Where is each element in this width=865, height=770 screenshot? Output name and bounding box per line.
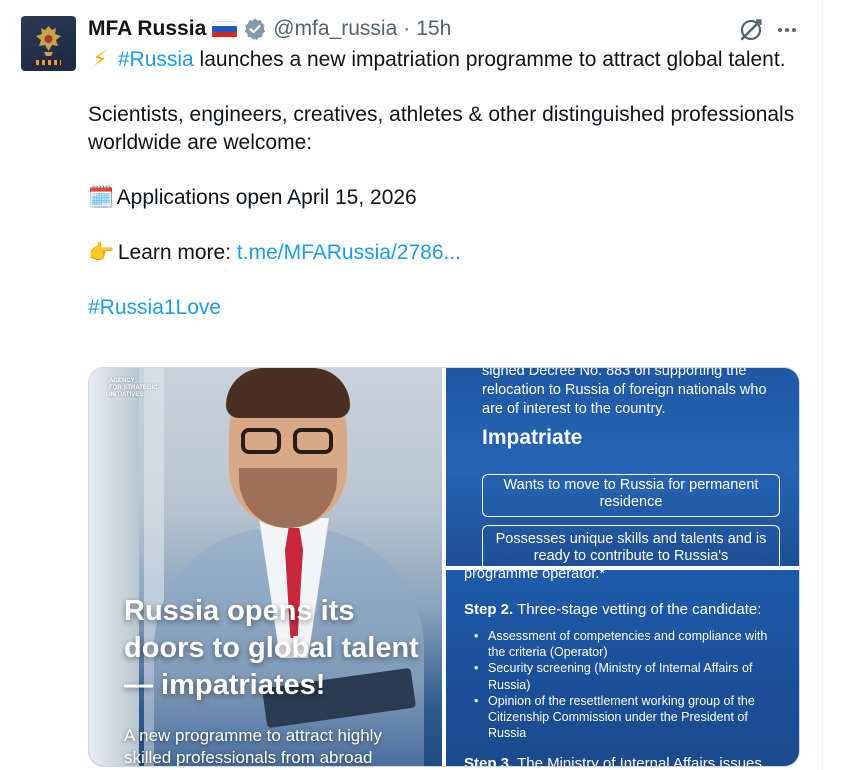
operator-text: programme operator.* [464,570,606,582]
tweet-text: ⚡ #Russia launches a new impatriation pr… [88,46,800,321]
vetting-item: Security screening (Ministry of Internal… [474,660,784,692]
calendar-emoji-icon: 🗓️ [88,185,115,209]
hashtag-russia-link[interactable]: #Russia [118,48,194,71]
image-subtitle: A new programme to attract highly skille… [124,726,382,767]
step-2-text: Three-stage vetting of the candidate: [513,601,762,618]
image-headline: Russia opens its doors to global talent … [124,595,419,701]
asi-logo: AGENCY FOR STRATEGIC INITIATIVES [109,378,158,399]
coat-of-arms-icon [36,26,61,56]
author-name[interactable]: MFA Russia [88,17,206,41]
step-3: Step 3. The Ministry of Internal Affairs… [464,754,794,767]
telegram-link[interactable]: t.me/MFARussia/2786... [237,241,461,264]
vetting-item: Opinion of the resettlement working grou… [474,693,784,742]
russia-flag-icon [212,20,238,38]
photo-background-window [89,368,139,766]
hashtag-russia1love-link[interactable]: #Russia1Love [88,296,221,319]
tweet-paragraph-1: ⚡ #Russia launches a new impatriation pr… [88,46,800,74]
header-separator: · [403,17,411,40]
tweet-paragraph-1-text: launches a new impatriation programme to… [193,48,786,71]
learn-more-text: Learn more: [112,240,237,264]
tweet-paragraph-3: 🗓️ Applications open April 15, 2026 [88,184,800,212]
author-avatar[interactable] [21,16,76,71]
vetting-item: Assessment of competencies and complianc… [474,628,784,660]
asi-logo-line-3: INITIATIVES [109,392,144,398]
criteria-box-1: Wants to move to Russia for permanent re… [482,474,780,517]
grok-button[interactable] [736,15,766,45]
grok-icon [740,19,762,41]
st-george-ribbon [36,60,61,65]
asi-logo-line-2: FOR STRATEGIC [109,385,158,391]
step-3-text: The Ministry of Internal Affairs issues [513,755,762,767]
tweet-header: MFA Russia @mfa_russia · 15h [88,14,451,44]
more-horizontal-icon [778,28,796,32]
tweet-paragraph-2: Scientists, engineers, creatives, athlet… [88,103,795,154]
asi-logo-line-1: AGENCY [109,378,135,384]
tweet-timestamp[interactable]: 15h [416,17,451,41]
media-image-1[interactable]: AGENCY FOR STRATEGIC INITIATIVES Russia … [89,368,442,767]
photo-glasses-left [241,428,281,454]
applications-open-text: Applications open April 15, 2026 [112,185,417,209]
timeline-divider [822,0,823,770]
pointing-hand-emoji-icon: 👉 [88,240,115,264]
impatriate-title: Impatriate [482,426,583,449]
verified-badge-icon[interactable] [243,17,267,41]
step-2: Step 2. Three-stage vetting of the candi… [464,600,794,619]
vetting-list: Assessment of competencies and complianc… [474,628,784,741]
more-options-button[interactable] [772,15,802,45]
decree-text: signed Decree No. 883 on supporting the … [482,368,767,417]
criteria-box-2: Possesses unique skills and talents and … [482,525,780,566]
step-2-label: Step 2. [464,601,514,618]
tweet-media-grid: AGENCY FOR STRATEGIC INITIATIVES Russia … [88,367,800,767]
step-3-label: Step 3. [464,755,514,767]
author-handle[interactable]: @mfa_russia [273,17,397,41]
tweet-paragraph-5: #Russia1Love [88,294,800,322]
media-image-2[interactable]: signed Decree No. 883 on supporting the … [446,368,799,566]
tweet-paragraph-4: 👉 Learn more: t.me/MFARussia/2786... [88,239,800,267]
photo-glasses-right [293,428,333,454]
media-image-3[interactable]: programme operator.* Step 2. Three-stage… [446,570,799,767]
lightning-emoji-icon: ⚡ [92,48,108,71]
photo-person-hair [226,368,350,418]
